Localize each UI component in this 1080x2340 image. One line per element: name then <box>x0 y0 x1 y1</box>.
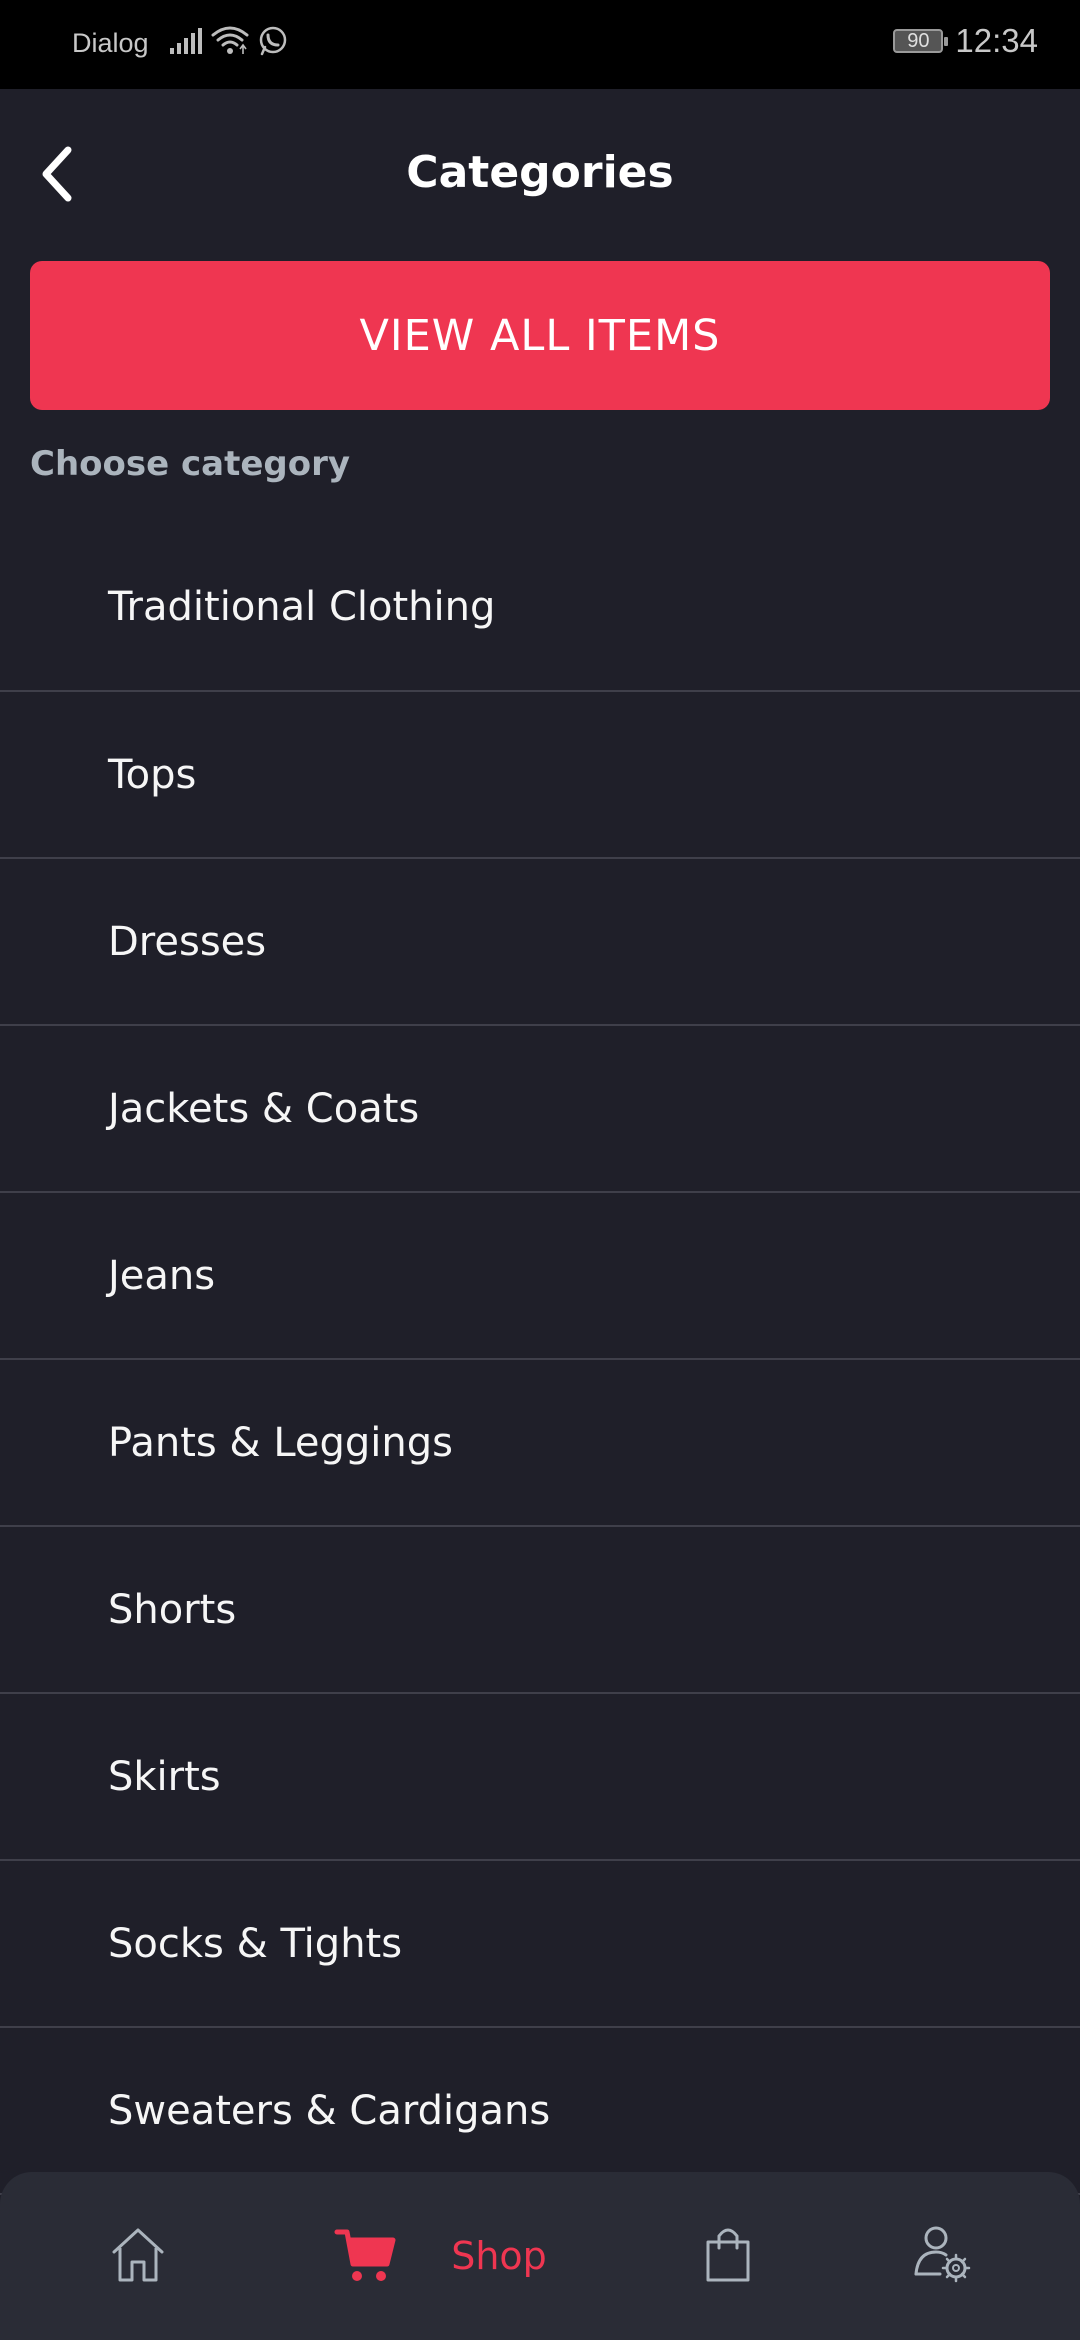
category-item-shorts[interactable]: Shorts <box>0 1527 1080 1694</box>
section-label: Choose category <box>30 444 351 484</box>
category-label: Shorts <box>108 1586 237 1633</box>
bottom-nav: Shop <box>0 2172 1080 2340</box>
wifi-icon <box>210 25 250 62</box>
nav-bag[interactable] <box>680 2172 776 2340</box>
category-item-skirts[interactable]: Skirts <box>0 1694 1080 1861</box>
category-item-socks-tights[interactable]: Socks & Tights <box>0 1861 1080 2028</box>
status-bar: Dialog 90 12:34 <box>0 0 1080 89</box>
category-label: Pants & Leggings <box>108 1419 453 1466</box>
battery-icon: 90 <box>893 29 949 53</box>
cart-icon <box>333 2222 397 2290</box>
nav-profile[interactable] <box>894 2172 990 2340</box>
category-item-sweaters-cardigans[interactable]: Sweaters & Cardigans <box>0 2028 1080 2195</box>
category-item-traditional-clothing[interactable]: Traditional Clothing <box>0 524 1080 692</box>
category-item-tops[interactable]: Tops <box>0 692 1080 859</box>
profile-settings-icon <box>910 2222 974 2290</box>
category-label: Socks & Tights <box>108 1920 403 1967</box>
whatsapp-icon <box>256 24 290 63</box>
battery-level: 90 <box>907 29 930 52</box>
nav-home[interactable] <box>90 2172 186 2340</box>
carrier-name: Dialog <box>72 28 149 58</box>
screen: Dialog 90 12:34 Categories VIEW ALL ITEM… <box>0 0 1080 2340</box>
category-list: Traditional Clothing Tops Dresses Jacket… <box>0 524 1080 2195</box>
category-item-jeans[interactable]: Jeans <box>0 1193 1080 1360</box>
signal-icon <box>168 26 204 61</box>
home-icon <box>106 2222 170 2290</box>
category-label: Dresses <box>108 918 267 965</box>
category-item-dresses[interactable]: Dresses <box>0 859 1080 1026</box>
category-item-jackets-coats[interactable]: Jackets & Coats <box>0 1026 1080 1193</box>
status-right: 90 12:34 <box>893 22 1038 60</box>
category-item-pants-leggings[interactable]: Pants & Leggings <box>0 1360 1080 1527</box>
category-label: Tops <box>108 751 197 798</box>
bag-icon <box>700 2222 756 2290</box>
category-label: Jeans <box>108 1252 216 1299</box>
nav-shop[interactable]: Shop <box>310 2172 570 2340</box>
category-label: Traditional Clothing <box>108 584 496 630</box>
page-title: Categories <box>406 147 674 198</box>
category-label: Sweaters & Cardigans <box>108 2087 551 2134</box>
header: Categories <box>0 89 1080 259</box>
category-label: Skirts <box>108 1753 221 1800</box>
clock: 12:34 <box>955 22 1038 59</box>
nav-shop-label: Shop <box>451 2234 547 2278</box>
status-icons <box>168 24 290 63</box>
category-label: Jackets & Coats <box>108 1085 420 1132</box>
view-all-items-button[interactable]: VIEW ALL ITEMS <box>30 261 1050 410</box>
